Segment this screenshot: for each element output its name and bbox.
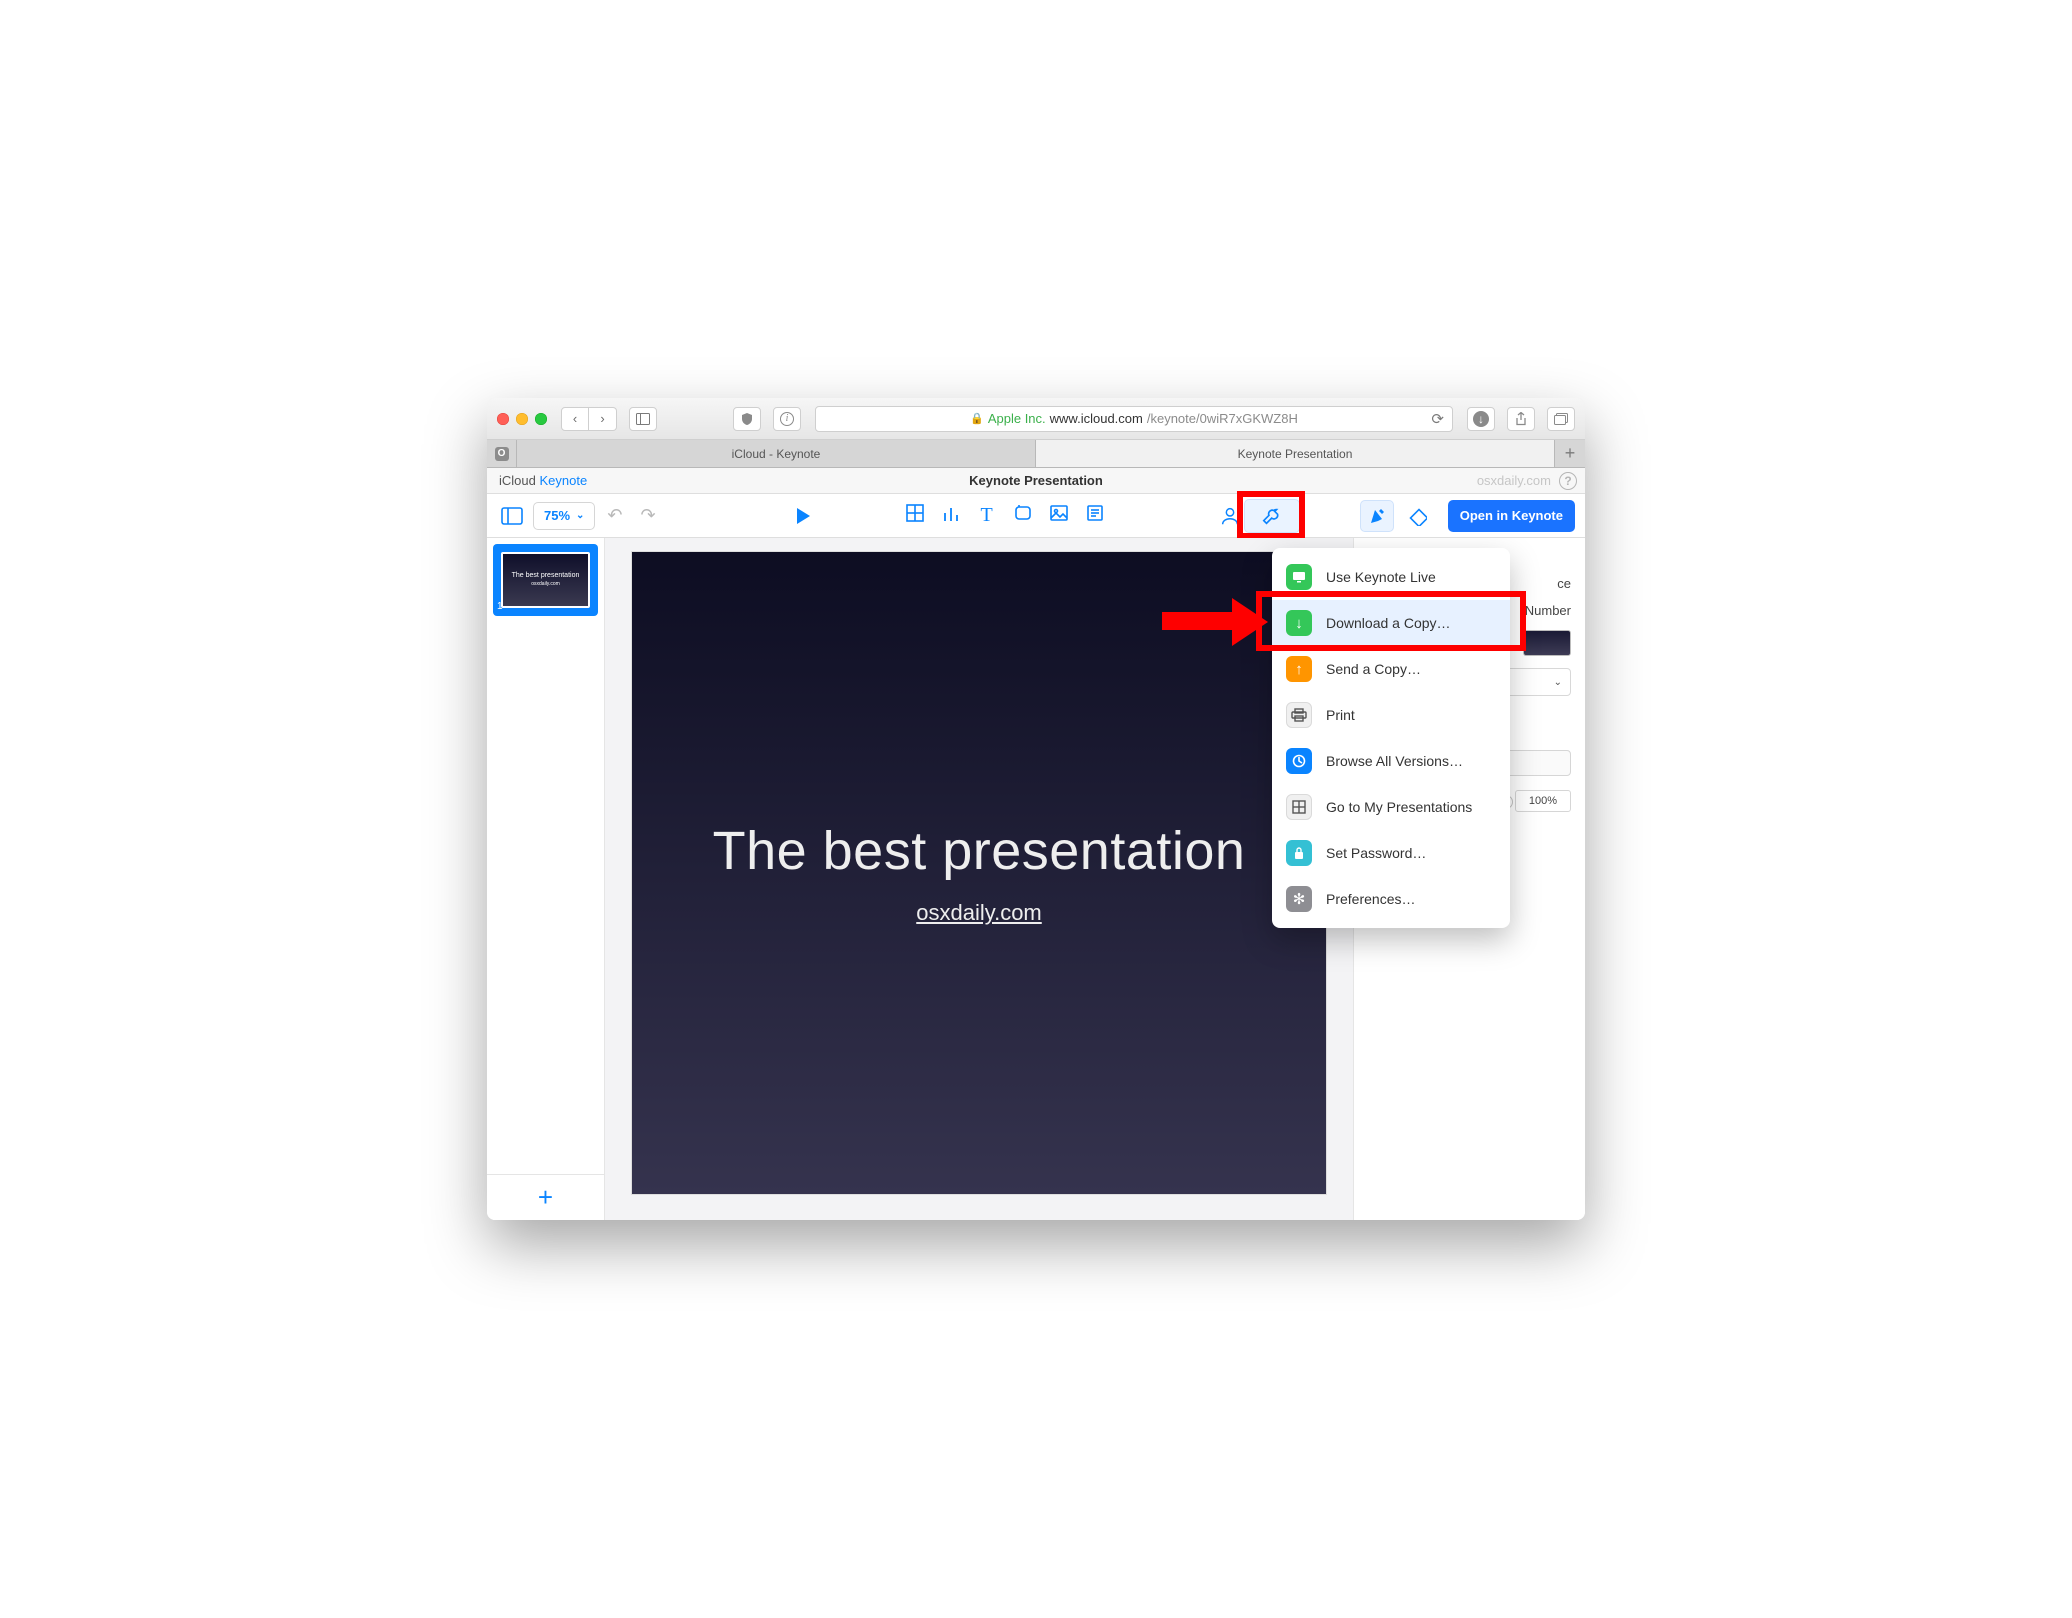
insert-tools: T	[904, 504, 1106, 527]
sidebar-toggle-button[interactable]	[629, 407, 657, 431]
url-bar[interactable]: 🔒 Apple Inc. www.icloud.com/keynote/0wiR…	[815, 406, 1453, 432]
shape-icon[interactable]	[1012, 504, 1034, 527]
slide-number-checkbox-label: Number	[1525, 603, 1571, 618]
traffic-lights	[497, 413, 547, 425]
comment-icon[interactable]	[1084, 504, 1106, 527]
menu-browse-versions[interactable]: Browse All Versions…	[1272, 738, 1510, 784]
reload-icon[interactable]: ⟳	[1431, 410, 1444, 428]
background-swatch[interactable]	[1523, 630, 1571, 656]
url-path: /keynote/0wiR7xGKWZ8H	[1147, 411, 1298, 426]
grid-icon	[1286, 794, 1312, 820]
format-button[interactable]	[1360, 500, 1394, 532]
cert-name: Apple Inc.	[988, 411, 1046, 426]
reader-button[interactable]: i	[773, 407, 801, 431]
nav-buttons: ‹ ›	[561, 407, 617, 431]
zoom-window-icon[interactable]	[535, 413, 547, 425]
send-icon: ↑	[1286, 656, 1312, 682]
appearance-label: ce	[1557, 576, 1571, 591]
menu-set-password[interactable]: Set Password…	[1272, 830, 1510, 876]
share-button[interactable]	[1507, 407, 1535, 431]
editor-main: The best presentation osxdaily.com 1 + T…	[487, 538, 1585, 1220]
app-toolbar: 75% ⌄ ↶ ↷ T	[487, 494, 1585, 538]
play-button[interactable]	[788, 501, 818, 531]
view-button[interactable]	[497, 501, 527, 531]
new-tab-button[interactable]: +	[1555, 440, 1585, 467]
menu-keynote-live[interactable]: Use Keynote Live	[1272, 554, 1510, 600]
collaborate-icon[interactable]	[1215, 501, 1245, 531]
minimize-window-icon[interactable]	[516, 413, 528, 425]
url-domain: www.icloud.com	[1050, 411, 1143, 426]
slide-thumbnail-1[interactable]: The best presentation osxdaily.com 1	[493, 544, 598, 616]
animate-button[interactable]	[1400, 500, 1434, 532]
print-icon	[1286, 702, 1312, 728]
privacy-report-button[interactable]	[733, 407, 761, 431]
format-animate-buttons	[1360, 500, 1434, 532]
back-button[interactable]: ‹	[561, 407, 589, 431]
text-icon[interactable]: T	[976, 504, 998, 527]
forward-button[interactable]: ›	[589, 407, 617, 431]
download-icon: ↓	[1286, 610, 1312, 636]
chevron-down-icon: ⌄	[576, 510, 584, 521]
slide-subtitle[interactable]: osxdaily.com	[916, 900, 1042, 926]
open-in-keynote-button[interactable]: Open in Keynote	[1448, 500, 1575, 532]
undo-button[interactable]: ↶	[601, 505, 628, 526]
chart-icon[interactable]	[940, 504, 962, 527]
canvas-area: The best presentation osxdaily.com Use K…	[605, 538, 1353, 1220]
gear-icon: ✻	[1286, 886, 1312, 912]
menu-preferences[interactable]: ✻ Preferences…	[1272, 876, 1510, 922]
zoom-select[interactable]: 75% ⌄	[533, 502, 595, 530]
pinned-tab[interactable]: O	[487, 440, 517, 467]
tab-strip: O iCloud - Keynote Keynote Presentation …	[487, 440, 1585, 468]
slide-title[interactable]: The best presentation	[713, 820, 1246, 882]
menu-print[interactable]: Print	[1272, 692, 1510, 738]
annotation-arrow	[1162, 598, 1272, 642]
safari-window: ‹ › i 🔒 Apple Inc. www.icloud.com/keynot…	[487, 398, 1585, 1220]
opacity-value: 100%	[1515, 790, 1571, 812]
tools-button[interactable]	[1244, 499, 1300, 533]
watermark: osxdaily.com	[1477, 473, 1551, 488]
tools-menu: Use Keynote Live ↓ Download a Copy… ↑ Se…	[1272, 548, 1510, 928]
lock-icon	[1286, 840, 1312, 866]
chevron-down-icon: ⌄	[1554, 677, 1562, 688]
tab-keynote-presentation[interactable]: Keynote Presentation	[1036, 440, 1555, 467]
menu-my-presentations[interactable]: Go to My Presentations	[1272, 784, 1510, 830]
breadcrumb[interactable]: iCloud Keynote	[499, 473, 587, 488]
menu-download-copy[interactable]: ↓ Download a Copy…	[1272, 600, 1510, 646]
titlebar: ‹ › i 🔒 Apple Inc. www.icloud.com/keynot…	[487, 398, 1585, 440]
image-icon[interactable]	[1048, 504, 1070, 527]
slide-number: 1	[497, 601, 503, 612]
document-title: Keynote Presentation	[969, 473, 1103, 488]
lock-icon: 🔒	[970, 412, 984, 425]
broadcast-icon	[1286, 564, 1312, 590]
tabs-overview-button[interactable]	[1547, 407, 1575, 431]
menu-send-copy[interactable]: ↑ Send a Copy…	[1272, 646, 1510, 692]
tab-icloud-keynote[interactable]: iCloud - Keynote	[517, 440, 1036, 467]
downloads-button[interactable]: ↓	[1467, 407, 1495, 431]
redo-button[interactable]: ↷	[635, 505, 662, 526]
add-slide-button[interactable]: +	[487, 1174, 604, 1220]
versions-icon	[1286, 748, 1312, 774]
close-window-icon[interactable]	[497, 413, 509, 425]
slide-canvas[interactable]: The best presentation osxdaily.com	[632, 552, 1326, 1194]
app-header: iCloud Keynote Keynote Presentation osxd…	[487, 468, 1585, 494]
slide-navigator: The best presentation osxdaily.com 1 +	[487, 538, 605, 1220]
table-icon[interactable]	[904, 504, 926, 527]
help-icon[interactable]: ?	[1559, 472, 1577, 490]
